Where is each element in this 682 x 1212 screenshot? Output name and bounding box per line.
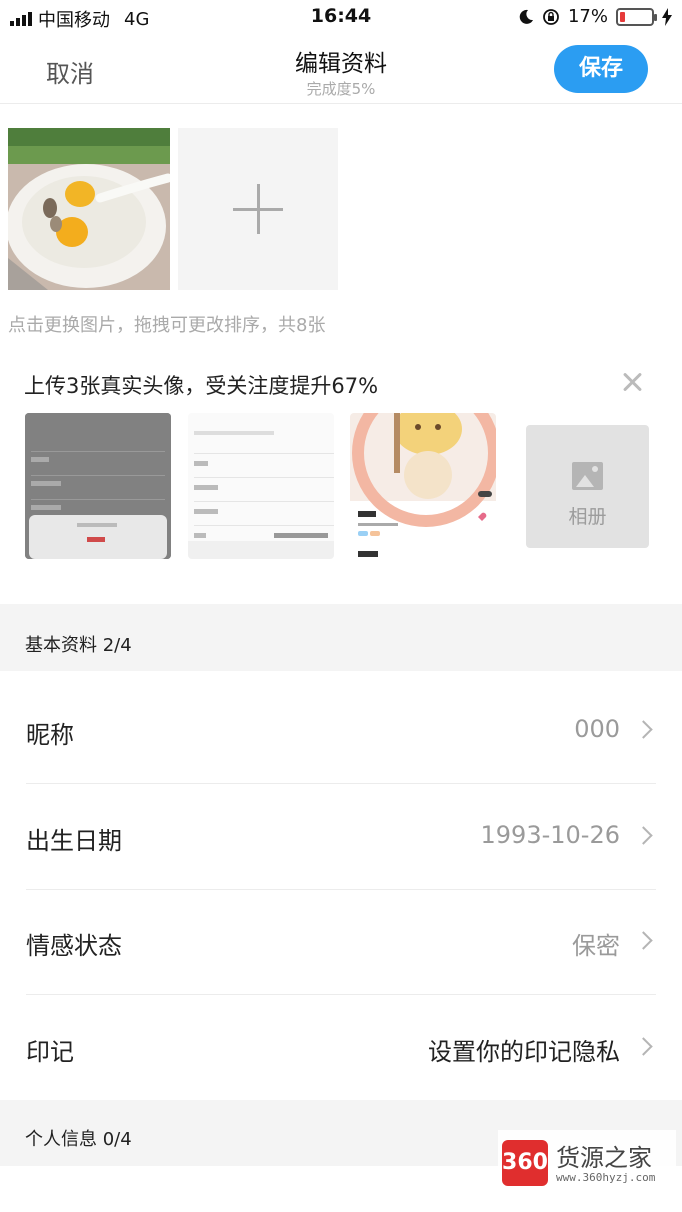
rotation-lock-icon (543, 8, 559, 25)
battery-icon (616, 7, 657, 26)
image-icon (572, 462, 603, 490)
watermark-badge: 360 (502, 1140, 548, 1186)
chevron-right-icon (634, 720, 653, 739)
chevron-right-icon (634, 931, 653, 950)
suggested-photo-3[interactable] (350, 413, 496, 559)
status-right: 17% (518, 6, 672, 27)
section-title: 基本资料 2/4 (25, 635, 132, 656)
row-nickname[interactable]: 昵称 000 (0, 678, 682, 784)
screenshot-thumbnail (188, 413, 334, 559)
watermark-url: www.360hyzj.com (556, 1171, 656, 1184)
row-value: 设置你的印记隐私 (428, 1038, 620, 1066)
row-value: 1993-10-26 (480, 821, 620, 849)
row-label: 昵称 (26, 721, 74, 749)
suggested-photo-1[interactable] (25, 413, 171, 559)
close-icon[interactable] (620, 370, 644, 394)
add-photo-button[interactable] (178, 128, 338, 290)
watermark-logo: 360 货源之家 www.360hyzj.com (498, 1130, 676, 1190)
row-value: 保密 (572, 932, 620, 960)
photo-hint: 点击更换图片，拖拽可更改排序，共8张 (8, 315, 326, 336)
row-label: 印记 (26, 1038, 74, 1066)
row-imprint[interactable]: 印记 设置你的印记隐私 (0, 995, 682, 1101)
watermark-name: 货源之家 (556, 1144, 652, 1172)
album-label: 相册 (568, 506, 607, 528)
section-header-basic: 基本资料 2/4 (0, 604, 682, 671)
row-label: 情感状态 (26, 932, 122, 960)
album-button[interactable]: 相册 (526, 425, 649, 548)
battery-percent: 17% (567, 6, 608, 27)
status-bar: 中国移动 4G 16:44 17% (0, 0, 682, 34)
battery-level (620, 11, 626, 22)
screenshot-thumbnail (25, 413, 171, 559)
nav-bar: 取消 编辑资料 完成度5% 保存 (0, 34, 682, 104)
profile-photo[interactable] (8, 128, 170, 290)
cartoon-thumbnail (350, 413, 496, 559)
soup-bowl-image (8, 128, 170, 290)
save-button[interactable]: 保存 (554, 45, 648, 93)
upload-tip-title: 上传3张真实头像，受关注度提升67% (24, 374, 379, 398)
charging-icon (662, 7, 672, 26)
moon-icon (519, 9, 533, 24)
plus-icon-stroke (257, 184, 260, 234)
row-value: 000 (574, 715, 620, 743)
row-birthday[interactable]: 出生日期 1993-10-26 (0, 784, 682, 890)
chevron-right-icon (634, 1037, 653, 1056)
suggested-photo-2[interactable] (188, 413, 334, 559)
row-relationship[interactable]: 情感状态 保密 (0, 889, 682, 995)
chevron-right-icon (634, 826, 653, 845)
row-label: 出生日期 (26, 827, 122, 855)
section-title: 个人信息 0/4 (25, 1129, 132, 1150)
